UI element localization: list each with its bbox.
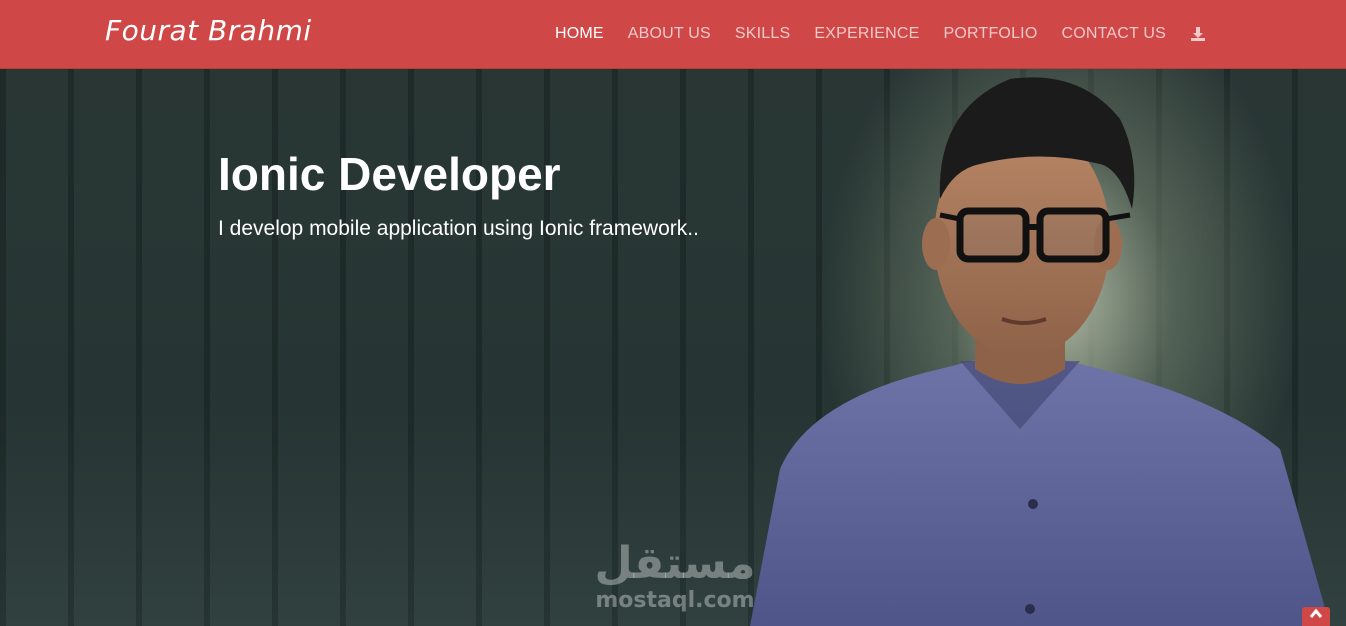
chevron-up-icon — [1309, 608, 1323, 618]
nav-contact-us[interactable]: CONTACT US — [1049, 25, 1178, 43]
watermark-arabic: مستقل — [594, 538, 756, 589]
nav-portfolio[interactable]: PORTFOLIO — [932, 25, 1050, 43]
brand-logo[interactable]: Fourat Brahmi — [105, 14, 312, 47]
download-icon[interactable] — [1178, 26, 1218, 42]
nav-about-us[interactable]: ABOUT US — [616, 25, 723, 43]
hero-title: Ionic Developer — [218, 148, 561, 200]
nav-home[interactable]: HOME — [543, 25, 616, 43]
watermark: مستقل mostaql.com — [590, 539, 760, 613]
nav-experience[interactable]: EXPERIENCE — [802, 25, 931, 43]
main-nav: HOME ABOUT US SKILLS EXPERIENCE PORTFOLI… — [543, 0, 1218, 68]
back-to-top-button[interactable] — [1302, 607, 1330, 626]
top-navbar: Fourat Brahmi HOME ABOUT US SKILLS EXPER… — [0, 0, 1346, 69]
hero-section: Ionic Developer I develop mobile applica… — [0, 69, 1346, 626]
nav-skills[interactable]: SKILLS — [723, 25, 802, 43]
watermark-latin: mostaql.com — [595, 588, 755, 613]
hero-subtitle: I develop mobile application using Ionic… — [218, 217, 699, 240]
profile-photo — [750, 77, 1330, 626]
